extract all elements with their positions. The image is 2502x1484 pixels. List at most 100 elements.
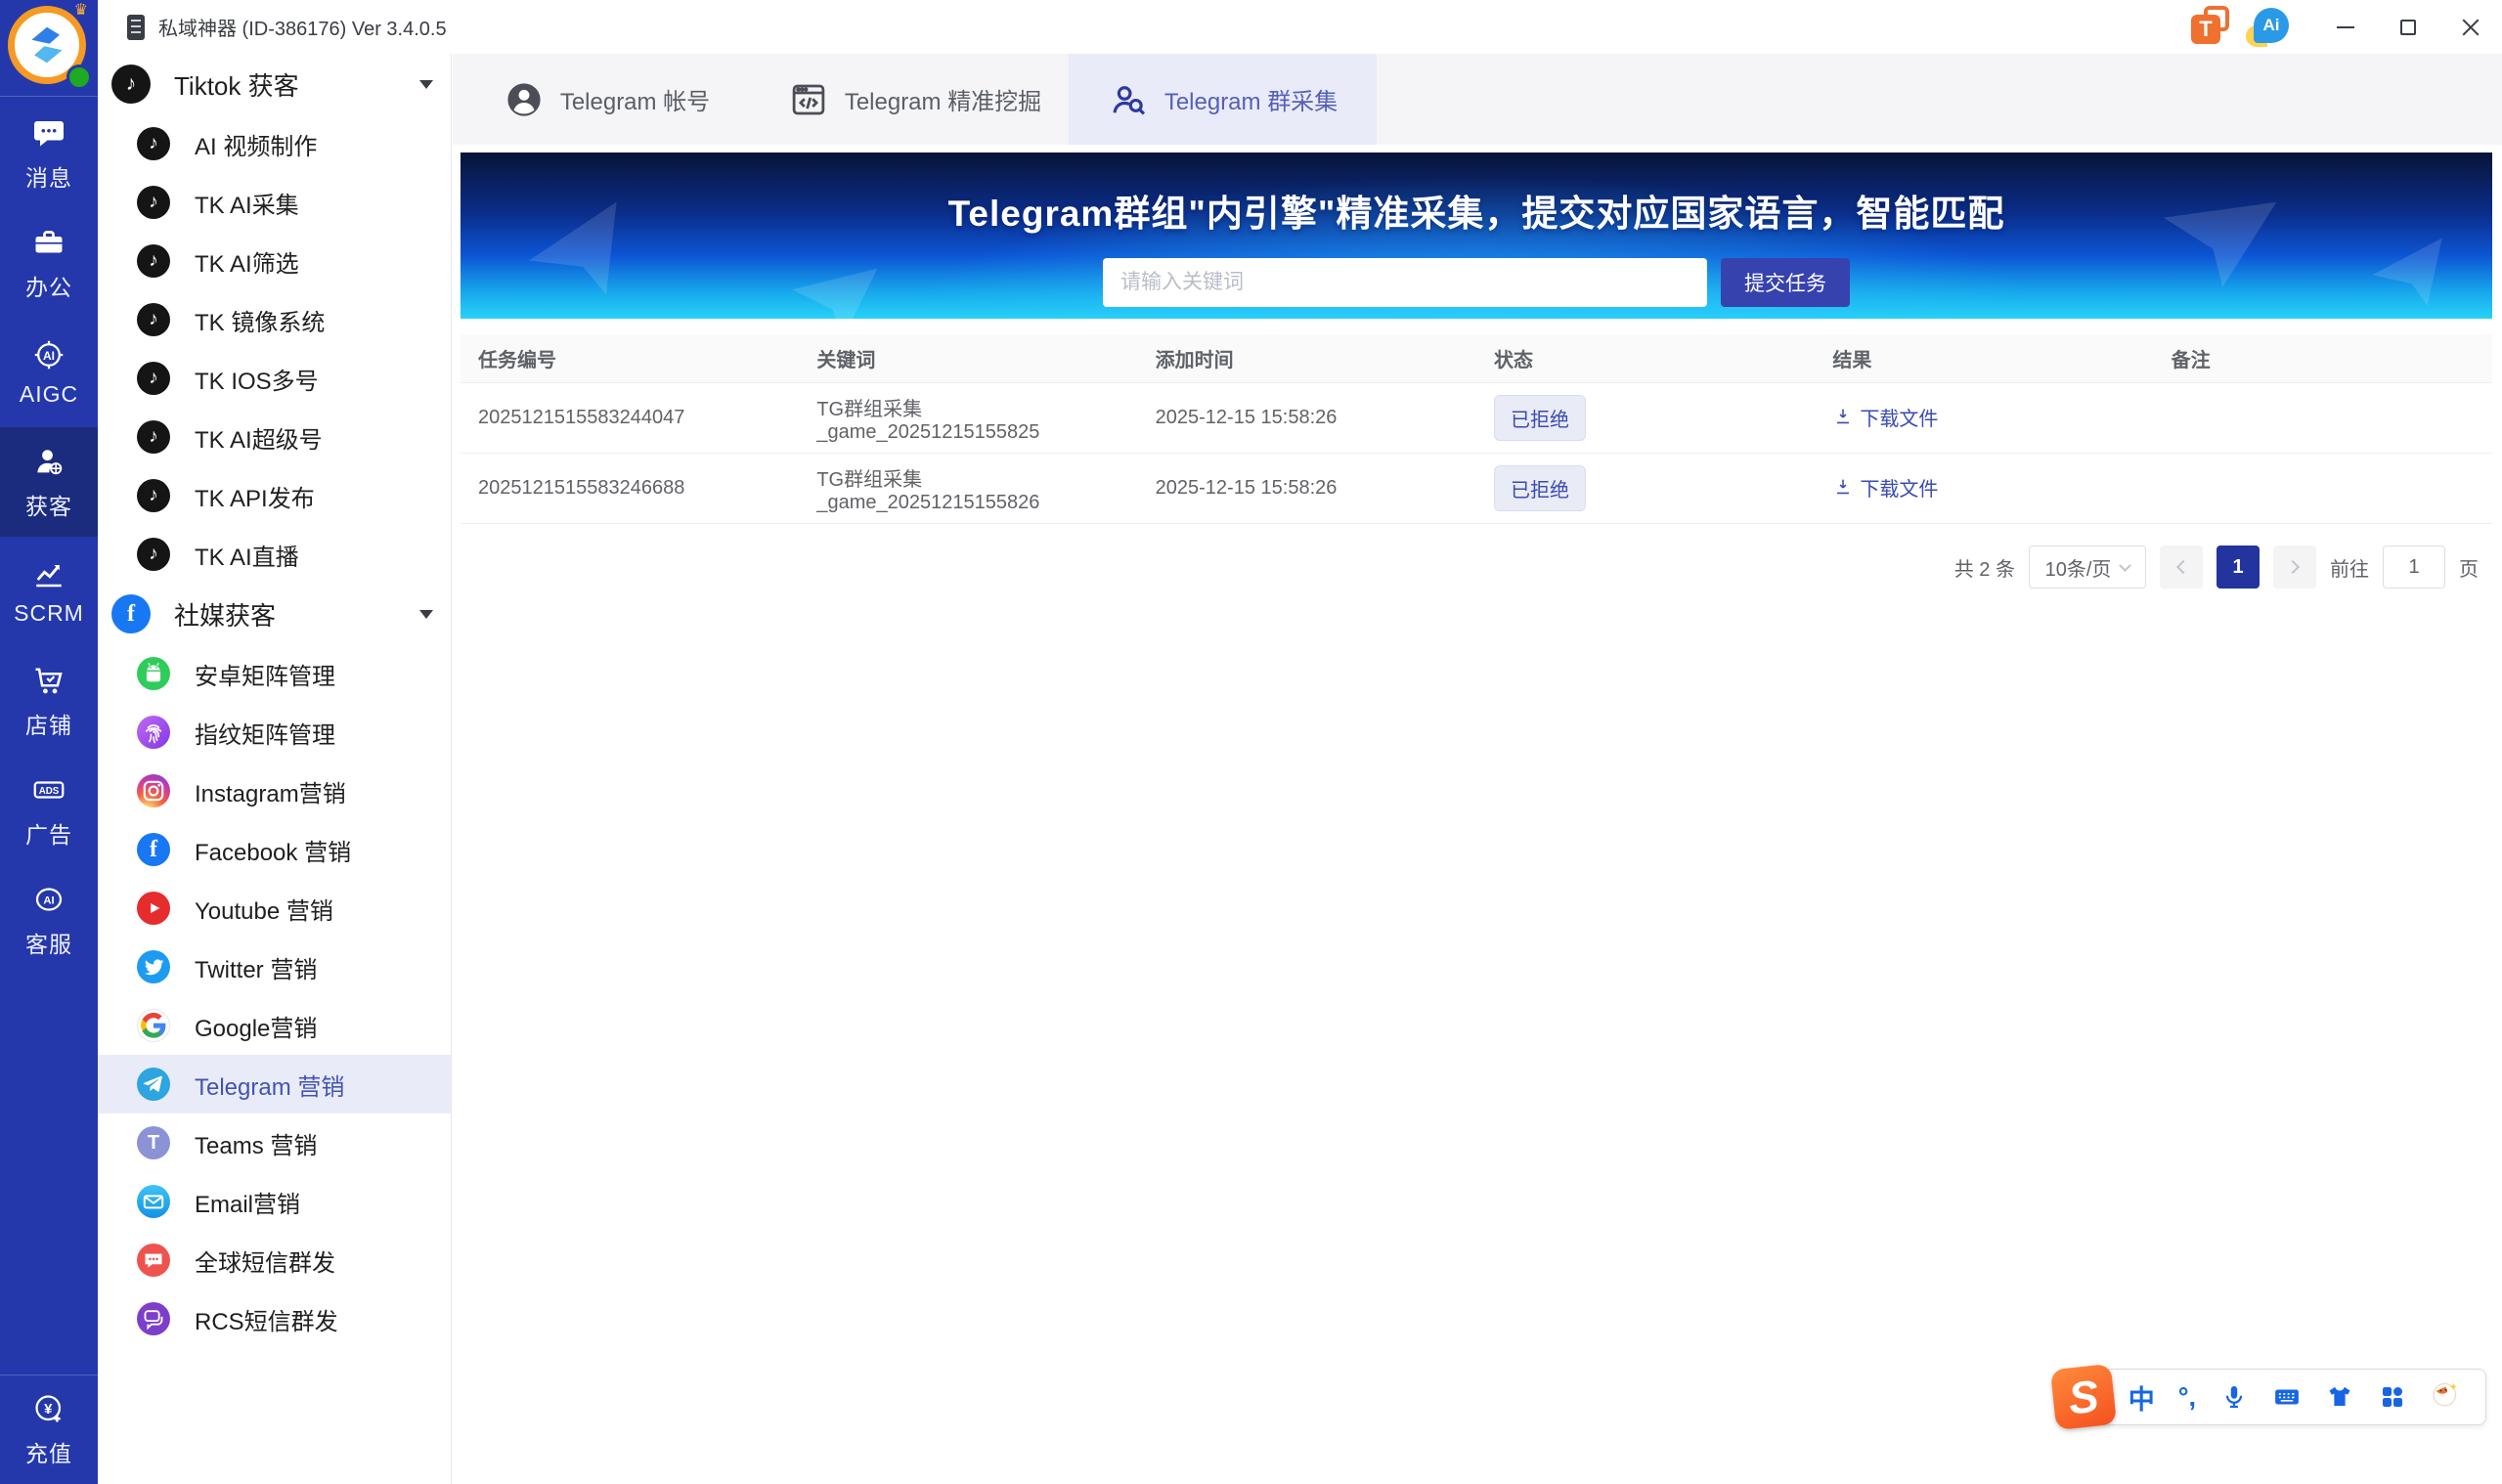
sidebar-item-global-sms[interactable]: 全球短信群发	[98, 1231, 451, 1289]
rail-label: 充值	[25, 1441, 72, 1466]
tab-telegram-group-collect[interactable]: Telegram 群采集	[1069, 54, 1377, 145]
col-header-added-time: 添加时间	[1155, 350, 1234, 371]
yuan-recharge-icon: ¥	[35, 1395, 62, 1422]
sogou-logo-icon[interactable]: S	[2049, 1363, 2117, 1431]
sidebar-item-email[interactable]: Email营销	[98, 1172, 451, 1231]
rail-item-messages[interactable]: 消息	[0, 99, 98, 208]
sidebar-item-twitter[interactable]: Twitter 营销	[98, 938, 451, 996]
sidebar-item-teams[interactable]: T Teams 营销	[98, 1113, 451, 1172]
sidebar-item-tk-super[interactable]: ♪ TK AI超级号	[98, 408, 451, 466]
sidebar-group-social[interactable]: f 社媒获客	[98, 584, 451, 644]
tiktok-icon: ♪	[137, 538, 170, 571]
fingerprint-icon	[137, 716, 170, 749]
ime-punctuation-icon[interactable]: °,	[2178, 1382, 2196, 1413]
rail-item-recharge[interactable]: ¥ 充值	[0, 1375, 98, 1484]
chat-icon	[34, 120, 64, 146]
translate-tray-icon[interactable]: T	[2191, 5, 2229, 44]
facebook-icon: f	[111, 594, 151, 633]
rail-label: 广告	[25, 821, 72, 848]
tab-telegram-mining[interactable]: Telegram 精准挖掘	[761, 54, 1069, 145]
download-icon	[1837, 409, 1850, 424]
line-chart-icon	[36, 565, 62, 588]
microphone-icon[interactable]	[2219, 1382, 2249, 1412]
rail-label: SCRM	[14, 600, 84, 626]
sidebar-item-fingerprint-matrix[interactable]: 指纹矩阵管理	[98, 703, 451, 762]
tiktok-icon: ♪	[137, 479, 170, 512]
col-header-status: 状态	[1494, 350, 1533, 371]
chevron-right-icon	[2285, 559, 2301, 575]
crown-icon: ♛	[73, 2, 88, 19]
left-rail: ♛ 消息 办公 AI AIGC 获客 SCRM 店铺 ADS 广告 AI 客服 …	[0, 0, 98, 1484]
cell-keyword: TG群组采集_game_20251215155826	[816, 468, 1040, 513]
ai-assistant-tray-icon[interactable]: Ai	[2246, 7, 2289, 47]
google-icon	[137, 1009, 170, 1042]
ime-chinese-mode-icon[interactable]: 中	[2129, 1378, 2155, 1417]
sidebar-item-tk-ios[interactable]: ♪ TK IOS多号	[98, 349, 451, 408]
sidebar-group-tiktok[interactable]: ♪ Tiktok 获客	[98, 54, 451, 114]
sidebar-item-tk-mirror[interactable]: ♪ TK 镜像系统	[98, 290, 451, 349]
sidebar-item-instagram[interactable]: Instagram营销	[98, 762, 451, 820]
rail-label: 获客	[25, 493, 72, 519]
main-content: Telegram 帐号 Telegram 精准挖掘 Telegram 群采集 T…	[453, 54, 2502, 1484]
app-logo[interactable]: ♛	[8, 2, 92, 90]
rail-item-aigc[interactable]: AI AIGC	[0, 318, 98, 427]
chevron-left-icon	[2175, 559, 2191, 575]
col-header-result: 结果	[1832, 350, 1872, 371]
download-file-link[interactable]: 下载文件	[1832, 403, 1938, 431]
sidebar-item-rcs-sms[interactable]: RCS短信群发	[98, 1289, 451, 1348]
sidebar-item-tk-api[interactable]: ♪ TK API发布	[98, 466, 451, 525]
maximize-button[interactable]	[2377, 0, 2439, 54]
window-title: 私域神器 (ID-386176) Ver 3.4.0.5	[158, 19, 447, 40]
goto-page-input[interactable]	[2383, 546, 2445, 589]
keyword-input[interactable]	[1103, 258, 1707, 307]
sidebar-item-android-matrix[interactable]: 安卓矩阵管理	[98, 644, 451, 703]
sms-icon	[137, 1244, 170, 1277]
sidebar-item-tk-live[interactable]: ♪ TK AI直播	[98, 525, 451, 584]
rail-item-service[interactable]: AI 客服	[0, 865, 98, 975]
minimize-button[interactable]	[2314, 0, 2377, 54]
download-file-link[interactable]: 下载文件	[1832, 473, 1938, 502]
next-page-button[interactable]	[2273, 546, 2316, 589]
sidebar-item-tk-filter[interactable]: ♪ TK AI筛选	[98, 232, 451, 290]
banner-title: Telegram群组"内引擎"精准采集，提交对应国家语言，智能匹配	[947, 194, 2005, 234]
cell-added-time: 2025-12-15 15:58:26	[1155, 407, 1338, 428]
android-icon	[137, 657, 170, 690]
close-button[interactable]	[2439, 0, 2502, 54]
submit-task-button[interactable]: 提交任务	[1721, 258, 1850, 307]
keyboard-icon[interactable]	[2272, 1382, 2302, 1412]
rail-label: AIGC	[19, 381, 79, 407]
table-row: 2025121515583244047 TG群组采集_game_20251215…	[461, 383, 2492, 454]
sidebar-item-tk-collect[interactable]: ♪ TK AI采集	[98, 173, 451, 232]
instagram-icon	[137, 774, 170, 807]
sidebar-item-google[interactable]: Google营销	[98, 996, 451, 1055]
status-badge: 已拒绝	[1494, 395, 1586, 441]
rail-item-office[interactable]: 办公	[0, 208, 98, 318]
skin-shirt-icon[interactable]	[2325, 1382, 2354, 1412]
rail-item-ads[interactable]: ADS 广告	[0, 756, 98, 865]
download-icon	[1837, 479, 1850, 495]
emoji-assistant-icon[interactable]	[2431, 1379, 2466, 1415]
rail-item-shop[interactable]: 店铺	[0, 646, 98, 756]
close-icon	[2462, 19, 2480, 36]
tab-telegram-account[interactable]: Telegram 帐号	[453, 54, 761, 145]
sidebar-item-facebook[interactable]: f Facebook 营销	[98, 820, 451, 879]
email-icon	[137, 1185, 170, 1218]
svg-text:AI: AI	[43, 349, 55, 363]
sidebar-item-telegram[interactable]: Telegram 营销	[98, 1055, 451, 1113]
rail-label: 店铺	[25, 712, 72, 738]
rail-item-scrm[interactable]: SCRM	[0, 537, 98, 646]
current-page-button[interactable]: 1	[2217, 546, 2260, 589]
sidebar-item-youtube[interactable]: Youtube 营销	[98, 879, 451, 938]
sidebar-item-ai-video[interactable]: ♪ AI 视频制作	[98, 114, 451, 173]
toolbox-grid-icon[interactable]	[2378, 1382, 2407, 1412]
chevron-down-icon	[419, 79, 433, 89]
chevron-down-icon	[419, 609, 433, 619]
online-status-dot	[66, 65, 92, 90]
prev-page-button[interactable]	[2160, 546, 2203, 589]
telegram-icon	[137, 1068, 170, 1101]
tiktok-icon: ♪	[137, 362, 170, 395]
rail-item-acquisition[interactable]: 获客	[0, 427, 98, 537]
status-badge: 已拒绝	[1494, 465, 1586, 511]
tiktok-icon: ♪	[111, 65, 151, 104]
page-size-select[interactable]: 10条/页	[2029, 546, 2146, 589]
